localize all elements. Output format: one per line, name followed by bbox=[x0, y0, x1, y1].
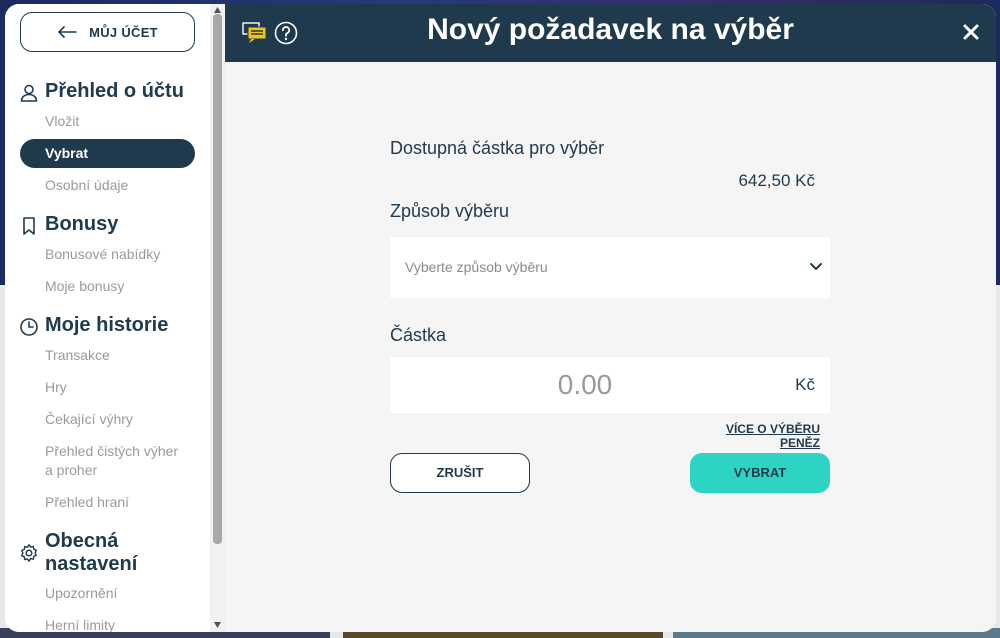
sidebar-item-deposit[interactable]: Vložit bbox=[45, 112, 79, 131]
sidebar-item-withdraw[interactable]: Vybrat bbox=[20, 139, 195, 168]
scroll-thumb[interactable] bbox=[213, 14, 222, 544]
sidebar-item-personal-data[interactable]: Osobní údaje bbox=[45, 176, 128, 195]
sidebar-item-transactions[interactable]: Transakce bbox=[45, 346, 110, 365]
sidebar-scrollbar[interactable] bbox=[210, 4, 225, 632]
clock-icon bbox=[20, 318, 38, 336]
user-icon bbox=[20, 84, 38, 102]
section-title-settings-line2: nastavení bbox=[45, 553, 138, 575]
sidebar: MŮJ ÚČET Přehled o účtu Vložit Vybrat Os… bbox=[5, 4, 225, 632]
withdraw-button[interactable]: VYBRAT bbox=[690, 453, 830, 493]
cancel-button[interactable]: ZRUŠIT bbox=[390, 453, 530, 493]
sidebar-item-notifications[interactable]: Upozornění bbox=[45, 584, 117, 603]
amount-value: 0.00 bbox=[557, 369, 613, 400]
sidebar-item-bonus-offers[interactable]: Bonusové nabídky bbox=[45, 245, 160, 264]
gear-icon bbox=[21, 544, 37, 562]
sidebar-item-net-wins-line2[interactable]: a proher bbox=[45, 461, 97, 480]
more-info-link[interactable]: VÍCE O VÝBĚRU PENĚZ bbox=[690, 422, 820, 450]
arrow-left-icon bbox=[58, 26, 77, 38]
sidebar-item-game-limits[interactable]: Herní limity bbox=[45, 616, 115, 632]
sidebar-item-games[interactable]: Hry bbox=[45, 378, 67, 397]
amount-field[interactable]: 0.00 Kč bbox=[390, 357, 830, 413]
scroll-up-icon[interactable] bbox=[213, 6, 222, 14]
withdrawal-method-select[interactable]: Vyberte způsob výběru bbox=[390, 237, 830, 298]
currency-label: Kč bbox=[795, 375, 815, 394]
section-title-bonuses: Bonusy bbox=[45, 213, 119, 235]
modal-title: Nový požadavek na výběr bbox=[427, 13, 794, 46]
my-account-button[interactable]: MŮJ ÚČET bbox=[20, 12, 195, 52]
available-label: Dostupná částka pro výběr bbox=[390, 138, 605, 158]
method-label: Způsob výběru bbox=[390, 201, 510, 221]
scroll-down-icon[interactable] bbox=[213, 621, 222, 629]
section-title-history: Moje historie bbox=[45, 314, 169, 336]
modal-header: Nový požadavek na výběr bbox=[225, 4, 996, 62]
section-title-settings: Obecná bbox=[45, 530, 119, 552]
sidebar-item-my-bonuses[interactable]: Moje bonusy bbox=[45, 277, 124, 296]
available-amount: 642,50 Kč bbox=[738, 171, 815, 190]
main-panel: Nový požadavek na výběr Dostupná částka … bbox=[225, 4, 996, 632]
account-modal: MŮJ ÚČET Přehled o účtu Vložit Vybrat Os… bbox=[5, 4, 996, 632]
close-icon[interactable] bbox=[962, 23, 980, 41]
my-account-label: MŮJ ÚČET bbox=[89, 24, 158, 40]
section-title-account: Přehled o účtu bbox=[45, 80, 184, 102]
sidebar-item-play-overview[interactable]: Přehled hraní bbox=[45, 493, 129, 512]
withdrawal-method-placeholder: Vyberte způsob výběru bbox=[405, 259, 548, 275]
bookmark-icon bbox=[23, 217, 35, 235]
amount-label: Částka bbox=[390, 325, 447, 345]
sidebar-item-pending-wins[interactable]: Čekající výhry bbox=[45, 410, 133, 429]
sidebar-item-net-wins[interactable]: Přehled čistých výher bbox=[45, 442, 178, 461]
chevron-down-icon bbox=[810, 263, 822, 270]
